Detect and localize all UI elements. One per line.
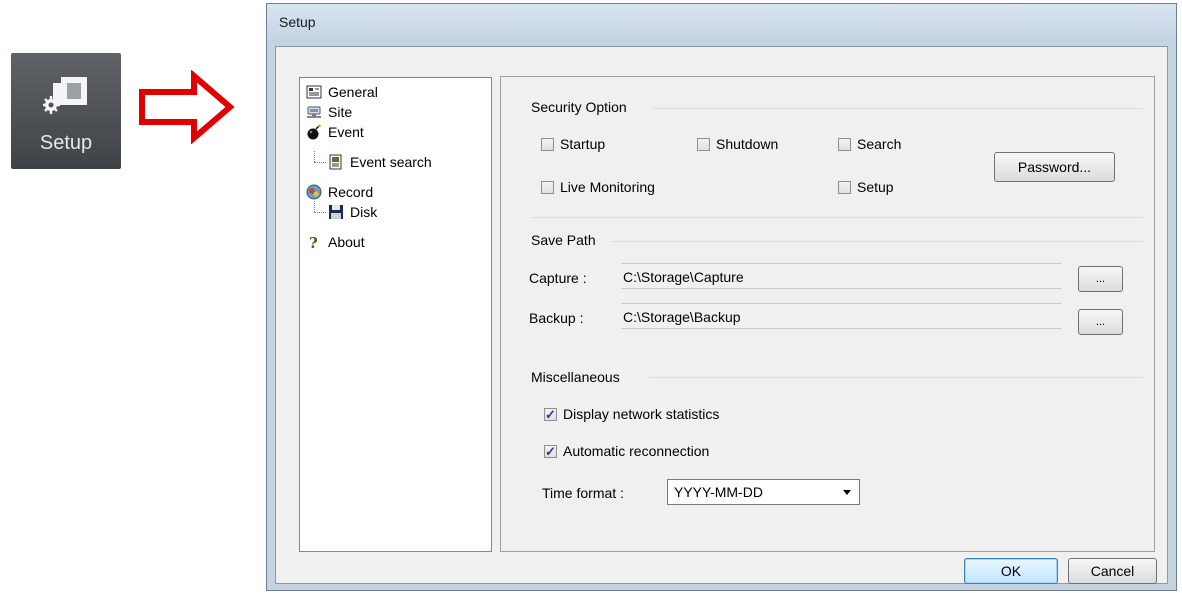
checkbox-label: Shutdown (716, 136, 779, 152)
tree-item-general[interactable]: General (306, 82, 378, 102)
divider (653, 108, 1143, 109)
divider (649, 377, 1143, 378)
setup-launcher-tile[interactable]: Setup (11, 53, 121, 169)
svg-text:?: ? (309, 234, 318, 250)
right-arrow-icon (139, 70, 235, 144)
window-title: Setup (279, 14, 316, 30)
tree-item-disk[interactable]: Disk (328, 202, 377, 222)
disk-icon (329, 205, 343, 219)
checkbox-label: Setup (857, 179, 894, 195)
site-icon (307, 106, 321, 118)
checkbox-box[interactable] (838, 138, 851, 151)
checkbox-label: Live Monitoring (560, 179, 655, 195)
event-bomb-icon (307, 124, 321, 140)
security-option-heading: Security Option (531, 99, 627, 115)
save-path-heading: Save Path (531, 232, 596, 248)
tree-item-label: Disk (350, 204, 378, 220)
setup-checkbox[interactable]: Setup (838, 177, 894, 197)
tree-connector (314, 212, 326, 213)
search-checkbox[interactable]: Search (838, 134, 901, 154)
setup-gear-window-icon (43, 77, 87, 114)
chevron-down-icon (843, 490, 851, 495)
tree-connector (314, 151, 315, 162)
startup-checkbox[interactable]: Startup (541, 134, 605, 154)
shutdown-checkbox[interactable]: Shutdown (697, 134, 778, 154)
settings-panel: Security Option Startup Shutdown Search … (500, 76, 1155, 552)
checkbox-label: Automatic reconnection (563, 443, 710, 459)
checkbox-box[interactable] (541, 138, 554, 151)
capture-path-field[interactable]: C:\Storage\Capture (621, 263, 1061, 289)
automatic-reconnection-checkbox[interactable]: Automatic reconnection (544, 441, 710, 462)
checkbox-box[interactable] (541, 181, 554, 194)
divider (531, 217, 1143, 218)
setup-dialog: Setup General Site Event Event search Re… (266, 3, 1177, 591)
tree-item-label: General (328, 84, 378, 100)
event-search-icon (329, 154, 342, 170)
checkbox-label: Startup (560, 136, 606, 152)
checkbox-box[interactable] (697, 138, 710, 151)
tree-item-record[interactable]: Record (306, 182, 373, 202)
tree-connector (314, 201, 315, 212)
tree-item-about[interactable]: ? About (306, 232, 365, 252)
tree-item-label: Site (328, 104, 353, 120)
backup-browse-button[interactable]: ... (1078, 309, 1123, 335)
password-button[interactable]: Password... (994, 152, 1115, 182)
time-format-value: YYYY-MM-DD (674, 484, 763, 500)
tree-item-label: Event search (350, 154, 432, 170)
ok-button[interactable]: OK (964, 558, 1058, 584)
live-monitoring-checkbox[interactable]: Live Monitoring (541, 177, 655, 197)
general-icon (306, 85, 322, 99)
tree-item-label: Event (328, 124, 364, 140)
record-icon (306, 184, 322, 200)
setup-launcher-label: Setup (39, 132, 93, 154)
dialog-client-area: General Site Event Event search Record D… (275, 46, 1168, 584)
cancel-button[interactable]: Cancel (1068, 558, 1157, 584)
capture-browse-button[interactable]: ... (1078, 266, 1123, 292)
tree-item-event-search[interactable]: Event search (328, 152, 432, 172)
checkbox-box[interactable] (544, 442, 557, 462)
title-bar[interactable]: Setup (267, 4, 1176, 42)
checkbox-box[interactable] (838, 181, 851, 194)
tree-item-label: Record (328, 184, 374, 200)
tree-item-site[interactable]: Site (306, 102, 352, 122)
tree-item-label: About (328, 234, 365, 250)
checkbox-label: Display network statistics (563, 406, 720, 422)
time-format-label: Time format : (542, 485, 624, 501)
tree-item-event[interactable]: Event (306, 122, 364, 142)
tree-connector (314, 162, 326, 163)
checkbox-label: Search (857, 136, 902, 152)
settings-tree: General Site Event Event search Record D… (299, 77, 492, 552)
display-network-statistics-checkbox[interactable]: Display network statistics (544, 404, 720, 425)
miscellaneous-heading: Miscellaneous (531, 369, 620, 385)
backup-label: Backup : (529, 310, 584, 326)
checkbox-box[interactable] (544, 405, 557, 425)
capture-label: Capture : (529, 270, 587, 286)
divider (611, 241, 1143, 242)
backup-path-field[interactable]: C:\Storage\Backup (621, 303, 1061, 329)
about-icon: ? (309, 234, 318, 250)
time-format-select[interactable]: YYYY-MM-DD (667, 479, 860, 505)
